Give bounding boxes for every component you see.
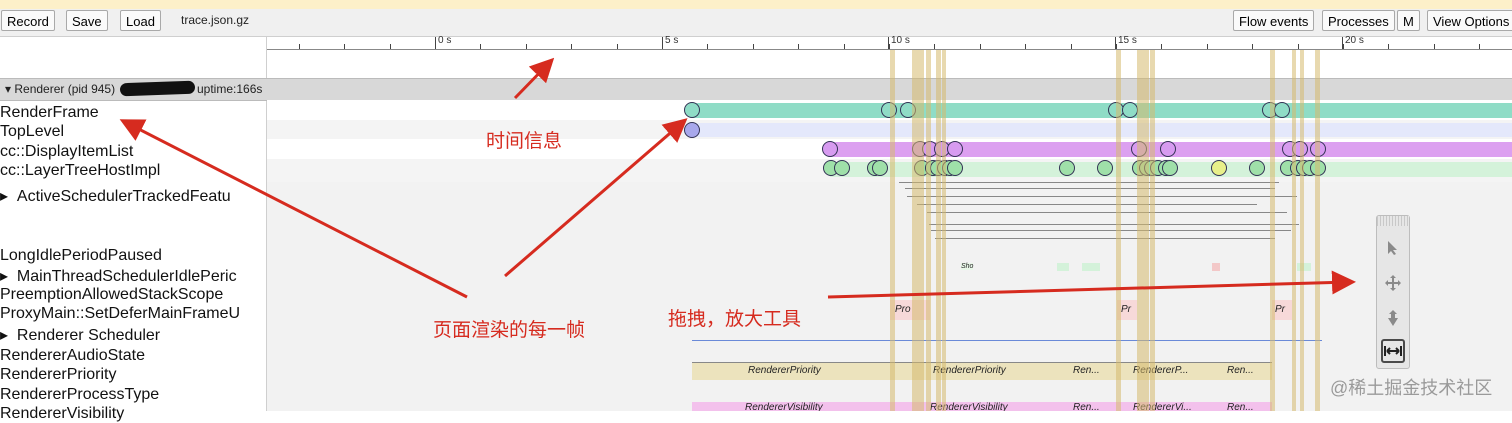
annotation-arrows <box>119 57 1356 299</box>
watermark: @稀土掘金技术社区 <box>1330 378 1493 398</box>
pan-icon[interactable] <box>1381 271 1405 295</box>
zoom-icon[interactable] <box>1381 306 1405 330</box>
annotation-drag-zoom: 拖拽，放大工具 <box>668 309 802 330</box>
annotation-each-frame: 页面渲染的每一帧 <box>433 320 586 341</box>
select-arrow-icon[interactable] <box>1381 236 1405 260</box>
timing-icon[interactable] <box>1381 339 1405 363</box>
mouse-mode-palette <box>1376 215 1410 369</box>
palette-drag-handle[interactable] <box>1377 216 1409 226</box>
annotation-time-info: 时间信息 <box>486 131 563 152</box>
